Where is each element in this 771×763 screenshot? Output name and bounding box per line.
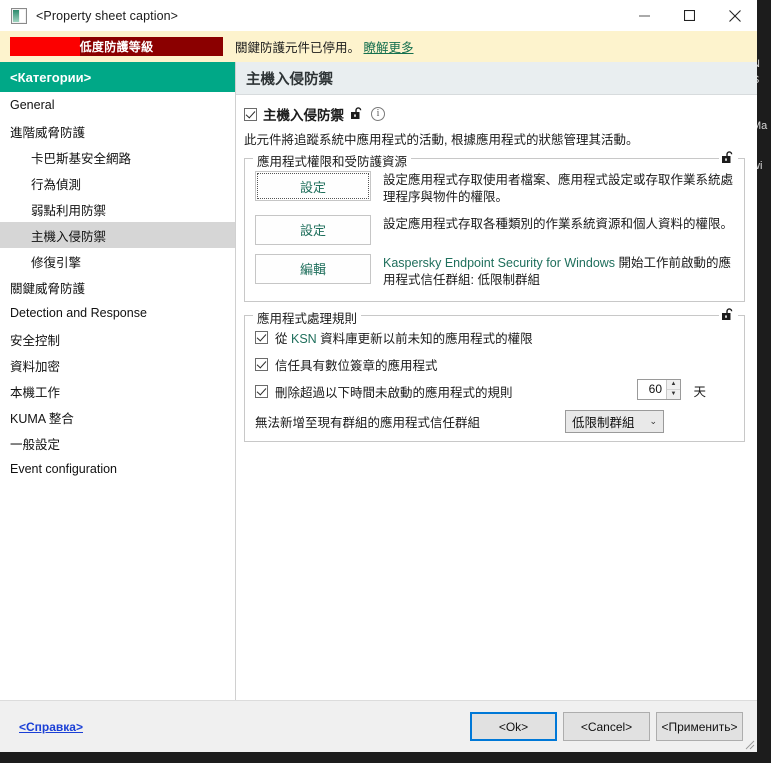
dialog-buttons: <Ok> <Cancel> <Применить> xyxy=(470,712,743,741)
group-title: 應用程式權限和受防護資源 xyxy=(253,151,412,170)
sidebar-item-event-configuration[interactable]: Event configuration xyxy=(0,456,235,482)
window-body: <Категории> General 進階威脅防護 卡巴斯基安全網路 行為偵測… xyxy=(0,62,757,700)
unlocked-padlock-icon[interactable] xyxy=(350,107,365,121)
property-sheet-window: <Property sheet caption> 低度防護等級 關鍵防護元件已停… xyxy=(0,0,757,752)
protection-level-label: 低度防護等級 xyxy=(79,40,154,54)
protection-status-banner: 低度防護等級 關鍵防護元件已停用。 瞭解更多 xyxy=(0,31,757,62)
configure-protected-resources-button[interactable]: 設定 xyxy=(255,214,371,245)
window-title: <Property sheet caption> xyxy=(36,8,179,23)
group-title: 應用程式處理規則 xyxy=(253,307,362,327)
help-link[interactable]: <Справка> xyxy=(19,720,83,734)
sidebar-item-detection-response[interactable]: Detection and Response xyxy=(0,300,235,326)
feature-enable-row: 主機入侵防禦 i xyxy=(244,104,745,124)
setting-row-protected-resources: 設定 設定應用程式存取各種類別的作業系統資源和個人資料的權限。 xyxy=(255,214,734,245)
resize-grip-icon[interactable] xyxy=(743,738,755,750)
window-titlebar: <Property sheet caption> xyxy=(0,0,757,31)
rule-row-trust-signed: 信任具有數位簽章的應用程式 xyxy=(255,355,734,374)
rule-row-delete-stale: 刪除超過以下時間未啟動的應用程式的規則 60 ▲ ▼ 天 xyxy=(255,378,734,401)
banner-message: 關鍵防護元件已停用。 xyxy=(235,41,361,55)
content-inner: 主機入侵防禦 i 此元件將追蹤系統中應用程式的活動, 根據應用程式的狀態管理其活… xyxy=(236,95,757,455)
sidebar-item-ksn[interactable]: 卡巴斯基安全網路 xyxy=(0,144,235,170)
stepper-down-icon[interactable]: ▼ xyxy=(667,388,680,399)
sidebar-item-remediation-engine[interactable]: 修復引擎 xyxy=(0,248,235,274)
sidebar-item-general-settings[interactable]: 一般設定 xyxy=(0,430,235,456)
unlocked-padlock-icon[interactable] xyxy=(719,307,738,322)
days-value[interactable]: 60 xyxy=(638,382,666,396)
protection-level-fill xyxy=(10,37,81,56)
sidebar-item-general[interactable]: General xyxy=(0,92,235,118)
delete-stale-rules-checkbox[interactable] xyxy=(255,384,268,398)
close-icon[interactable] xyxy=(712,0,757,31)
content-pane: 主機入侵防禦 主機入侵防禦 i 此元件將追蹤系統中應用程式的活動, 根據應用程式… xyxy=(236,62,757,700)
minimize-icon[interactable] xyxy=(622,0,667,31)
sidebar-item-data-encryption[interactable]: 資料加密 xyxy=(0,352,235,378)
rule-row-ksn-update: 從 KSN 資料庫更新以前未知的應用程式的權限 xyxy=(255,328,734,347)
banner-message-wrap: 關鍵防護元件已停用。 瞭解更多 xyxy=(235,37,414,56)
rule-label-post: 資料庫更新以前未知的應用程式的權限 xyxy=(316,331,533,346)
feature-title: 主機入侵防禦 xyxy=(263,108,344,123)
rule-label-pre: 從 xyxy=(275,331,291,346)
banner-learn-more-link[interactable]: 瞭解更多 xyxy=(364,41,414,55)
sidebar-item-kuma-integration[interactable]: KUMA 整合 xyxy=(0,404,235,430)
info-icon[interactable]: i xyxy=(371,107,385,121)
ksn-token: KSN xyxy=(290,331,317,346)
apply-button[interactable]: <Применить> xyxy=(656,712,743,741)
default-trust-group-label: 無法新增至現有群組的應用程式信任群組 xyxy=(255,415,481,430)
rule-label: 刪除超過以下時間未啟動的應用程式的規則 xyxy=(275,385,513,400)
protection-level-bar: 低度防護等級 xyxy=(10,37,223,56)
page-title: 主機入侵防禦 xyxy=(236,62,757,95)
unlocked-padlock-icon[interactable] xyxy=(719,151,738,165)
sidebar-header: <Категории> xyxy=(0,62,235,92)
categories-sidebar: <Категории> General 進階威脅防護 卡巴斯基安全網路 行為偵測… xyxy=(0,62,236,700)
sidebar-item-host-intrusion-prevention[interactable]: 主機入侵防禦 xyxy=(0,222,235,248)
maximize-icon[interactable] xyxy=(667,0,712,31)
group-app-processing-rules: 應用程式處理規則 從 KSN 資料庫更新以前未知的應用程式的權限 信任具有數位簽… xyxy=(244,307,745,442)
stepper-buttons: ▲ ▼ xyxy=(666,379,680,399)
setting-row-startup-trust-group: 編輯 Kaspersky Endpoint Security for Windo… xyxy=(255,253,734,289)
setting-description: Kaspersky Endpoint Security for Windows … xyxy=(383,254,734,289)
feature-description: 此元件將追蹤系統中應用程式的活動, 根據應用程式的狀態管理其活動。 xyxy=(244,133,639,147)
ok-button[interactable]: <Ok> xyxy=(470,712,557,741)
sidebar-item-behavior-detection[interactable]: 行為偵測 xyxy=(0,170,235,196)
dialog-footer: <Справка> <Ok> <Cancel> <Применить> xyxy=(0,700,757,752)
sidebar-item-advanced-threat[interactable]: 進階威脅防護 xyxy=(0,118,235,144)
default-trust-group-select[interactable]: 低限制群組 ⌄ xyxy=(565,409,664,433)
sidebar-item-local-tasks[interactable]: 本機工作 xyxy=(0,378,235,404)
rule-label: 從 KSN 資料庫更新以前未知的應用程式的權限 xyxy=(275,328,533,347)
setting-description: 設定應用程式存取各種類別的作業系統資源和個人資料的權限。 xyxy=(383,216,734,231)
setting-row-app-rights: 設定 設定應用程式存取使用者檔案、應用程式設定或存取作業系統處理程序與物件的權限… xyxy=(255,171,734,206)
trust-signed-checkbox[interactable] xyxy=(255,357,268,371)
rule-label: 信任具有數位簽章的應用程式 xyxy=(275,358,438,373)
product-name: Kaspersky Endpoint Security for Windows xyxy=(383,255,619,270)
setting-description: 設定應用程式存取使用者檔案、應用程式設定或存取作業系統處理程序與物件的權限。 xyxy=(383,173,734,204)
chevron-down-icon: ⌄ xyxy=(649,415,657,426)
edit-startup-trust-group-button[interactable]: 編輯 xyxy=(255,253,371,284)
configure-app-rights-button[interactable]: 設定 xyxy=(255,171,371,201)
feature-enable-checkbox[interactable] xyxy=(244,107,257,121)
ksn-update-checkbox[interactable] xyxy=(255,330,268,344)
default-trust-group-row: 無法新增至現有群組的應用程式信任群組 低限制群組 ⌄ xyxy=(255,409,734,433)
window-controls xyxy=(622,0,757,31)
cancel-button[interactable]: <Cancel> xyxy=(563,712,650,741)
default-trust-group-value: 低限制群組 xyxy=(572,415,635,430)
sidebar-item-security-controls[interactable]: 安全控制 xyxy=(0,326,235,352)
sidebar-item-essential-threat[interactable]: 關鍵威脅防護 xyxy=(0,274,235,300)
days-unit-label: 天 xyxy=(693,384,706,399)
group-app-privileges-resources: 應用程式權限和受防護資源 設定 設定應用程式存取使用者檔案、應用程式設定或存取作… xyxy=(244,151,745,302)
stepper-up-icon[interactable]: ▲ xyxy=(667,379,680,389)
app-icon xyxy=(11,7,27,24)
sidebar-item-exploit-prevention[interactable]: 弱點利用防禦 xyxy=(0,196,235,222)
days-stepper[interactable]: 60 ▲ ▼ xyxy=(637,378,681,400)
